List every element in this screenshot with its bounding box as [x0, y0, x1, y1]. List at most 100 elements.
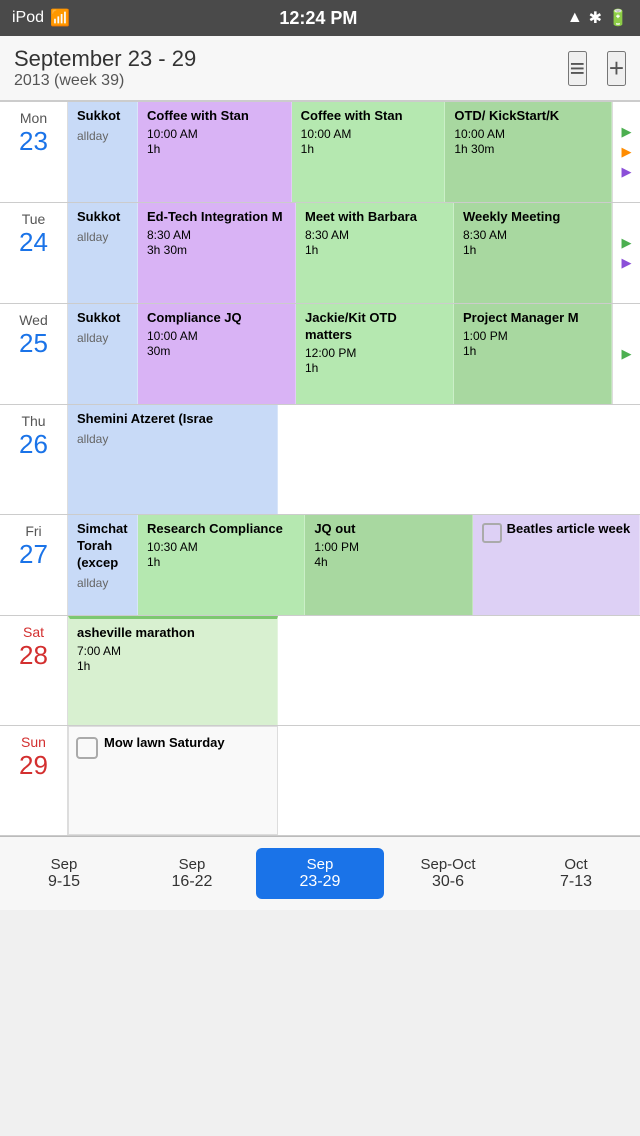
nav-week-dates-4: 30-6	[432, 873, 464, 891]
nav-week-sep-9-15[interactable]: Sep 9-15	[0, 848, 128, 899]
nav-week-dates-5: 7-13	[560, 873, 592, 891]
events-mon: Sukkot allday Coffee with Stan 10:00 AM …	[68, 102, 640, 202]
event-otd-kickstart[interactable]: OTD/ KickStart/K 10:00 AM 1h 30m	[445, 102, 612, 202]
events-sun: Mow lawn Saturday	[68, 726, 640, 835]
event-beatles-article[interactable]: Beatles article week	[473, 515, 640, 615]
day-label-fri: Fri 27	[0, 515, 68, 615]
events-wed: Sukkot allday Compliance JQ 10:00 AM 30m…	[68, 304, 640, 404]
event-jq-out[interactable]: JQ out 1:00 PM 4h	[305, 515, 472, 615]
nav-week-label-4: Sep-Oct	[420, 856, 475, 873]
event-sukkot-wed[interactable]: Sukkot allday	[68, 304, 138, 404]
event-compliance-jq[interactable]: Compliance JQ 10:00 AM 30m	[138, 304, 296, 404]
nav-week-sep-23-29[interactable]: Sep 23-29	[256, 848, 384, 899]
event-asheville[interactable]: asheville marathon 7:00 AM 1h	[68, 616, 278, 725]
week-subtitle: 2013 (week 39)	[14, 72, 196, 90]
event-edtech[interactable]: Ed-Tech Integration M 8:30 AM 3h 30m	[138, 203, 296, 303]
events-fri: Simchat Torah (excep allday Research Com…	[68, 515, 640, 615]
header-buttons: ≡ +	[568, 51, 626, 86]
day-num-wed: 25	[19, 328, 48, 359]
event-sukkot-tue[interactable]: Sukkot allday	[68, 203, 138, 303]
events-sat: asheville marathon 7:00 AM 1h	[68, 616, 640, 725]
status-time: 12:24 PM	[279, 8, 357, 29]
event-mow-lawn[interactable]: Mow lawn Saturday	[68, 726, 278, 835]
day-name-tue: Tue	[22, 211, 46, 227]
day-label-wed: Wed 25	[0, 304, 68, 404]
arrow-green-mon: ▶	[622, 124, 632, 140]
arrow-green-wed: ▶	[622, 346, 632, 362]
nav-week-sep-16-22[interactable]: Sep 16-22	[128, 848, 256, 899]
event-jackie-kit[interactable]: Jackie/Kit OTD matters 12:00 PM 1h	[296, 304, 454, 404]
battery-icon: 🔋	[608, 8, 628, 28]
day-num-sat: 28	[19, 640, 48, 671]
day-num-sun: 29	[19, 750, 48, 781]
day-label-tue: Tue 24	[0, 203, 68, 303]
events-tue: Sukkot allday Ed-Tech Integration M 8:30…	[68, 203, 640, 303]
bottom-nav: Sep 9-15 Sep 16-22 Sep 23-29 Sep-Oct 30-…	[0, 836, 640, 910]
event-project-manager[interactable]: Project Manager M 1:00 PM 1h	[454, 304, 612, 404]
event-coffee-stan-2[interactable]: Coffee with Stan 10:00 AM 1h	[292, 102, 446, 202]
arrow-green-tue: ▶	[622, 235, 632, 251]
day-num-fri: 27	[19, 539, 48, 570]
day-num-thu: 26	[19, 429, 48, 460]
day-name-sat: Sat	[23, 624, 44, 640]
nav-week-dates-2: 16-22	[172, 873, 213, 891]
event-sukkot-mon[interactable]: Sukkot allday	[68, 102, 138, 202]
nav-week-label-2: Sep	[179, 856, 206, 873]
carrier-label: iPod	[12, 9, 44, 27]
day-row-thu: Thu 26 Shemini Atzeret (Israe allday	[0, 405, 640, 515]
nav-week-dates-3: 23-29	[300, 873, 341, 891]
status-right: ▲ ✱ 🔋	[567, 8, 628, 28]
overflow-mon: ▶ ▶ ▶	[612, 102, 640, 202]
events-thu: Shemini Atzeret (Israe allday	[68, 405, 640, 514]
day-num-mon: 23	[19, 126, 48, 157]
nav-week-sep-oct-30-6[interactable]: Sep-Oct 30-6	[384, 848, 512, 899]
day-label-sat: Sat 28	[0, 616, 68, 725]
overflow-wed: ▶	[612, 304, 640, 404]
day-name-sun: Sun	[21, 734, 46, 750]
header-title-group: September 23 - 29 2013 (week 39)	[14, 46, 196, 90]
day-row-wed: Wed 25 Sukkot allday Compliance JQ 10:00…	[0, 304, 640, 405]
day-row-sun: Sun 29 Mow lawn Saturday	[0, 726, 640, 836]
event-shemini[interactable]: Shemini Atzeret (Israe allday	[68, 405, 278, 514]
nav-week-dates-1: 9-15	[48, 873, 80, 891]
event-meet-barbara[interactable]: Meet with Barbara 8:30 AM 1h	[296, 203, 454, 303]
nav-week-label-3: Sep	[307, 856, 334, 873]
mow-lawn-title: Mow lawn Saturday	[104, 735, 225, 752]
day-row-sat: Sat 28 asheville marathon 7:00 AM 1h	[0, 616, 640, 726]
menu-button[interactable]: ≡	[568, 51, 587, 86]
nav-week-oct-7-13[interactable]: Oct 7-13	[512, 848, 640, 899]
day-name-mon: Mon	[20, 110, 47, 126]
nav-week-label-5: Oct	[564, 856, 587, 873]
beatles-title: Beatles article week	[507, 521, 631, 538]
day-label-thu: Thu 26	[0, 405, 68, 514]
overflow-tue: ▶ ▶	[612, 203, 640, 303]
nav-week-label-1: Sep	[51, 856, 78, 873]
day-name-wed: Wed	[19, 312, 48, 328]
day-label-sun: Sun 29	[0, 726, 68, 835]
day-name-fri: Fri	[25, 523, 41, 539]
arrow-purple-mon: ▶	[622, 164, 632, 180]
arrow-orange-mon: ▶	[622, 144, 632, 160]
day-label-mon: Mon 23	[0, 102, 68, 202]
mow-lawn-checkbox[interactable]	[76, 737, 98, 759]
day-name-thu: Thu	[21, 413, 45, 429]
event-research-compliance[interactable]: Research Compliance 10:30 AM 1h	[138, 515, 305, 615]
calendar-header: September 23 - 29 2013 (week 39) ≡ +	[0, 36, 640, 101]
arrow-purple-tue: ▶	[622, 255, 632, 271]
calendar-grid: Mon 23 Sukkot allday Coffee with Stan 10…	[0, 101, 640, 836]
event-simchat[interactable]: Simchat Torah (excep allday	[68, 515, 138, 615]
day-row-tue: Tue 24 Sukkot allday Ed-Tech Integration…	[0, 203, 640, 304]
status-left: iPod 📶	[12, 8, 70, 28]
day-row-fri: Fri 27 Simchat Torah (excep allday Resea…	[0, 515, 640, 616]
location-icon: ▲	[567, 9, 583, 27]
day-row-mon: Mon 23 Sukkot allday Coffee with Stan 10…	[0, 102, 640, 203]
event-weekly-meeting[interactable]: Weekly Meeting 8:30 AM 1h	[454, 203, 612, 303]
event-coffee-stan-1[interactable]: Coffee with Stan 10:00 AM 1h	[138, 102, 292, 202]
week-title: September 23 - 29	[14, 46, 196, 72]
day-num-tue: 24	[19, 227, 48, 258]
add-button[interactable]: +	[607, 51, 626, 86]
beatles-checkbox[interactable]	[482, 523, 502, 543]
status-bar: iPod 📶 12:24 PM ▲ ✱ 🔋	[0, 0, 640, 36]
bluetooth-icon: ✱	[589, 8, 602, 28]
wifi-icon: 📶	[50, 8, 70, 28]
